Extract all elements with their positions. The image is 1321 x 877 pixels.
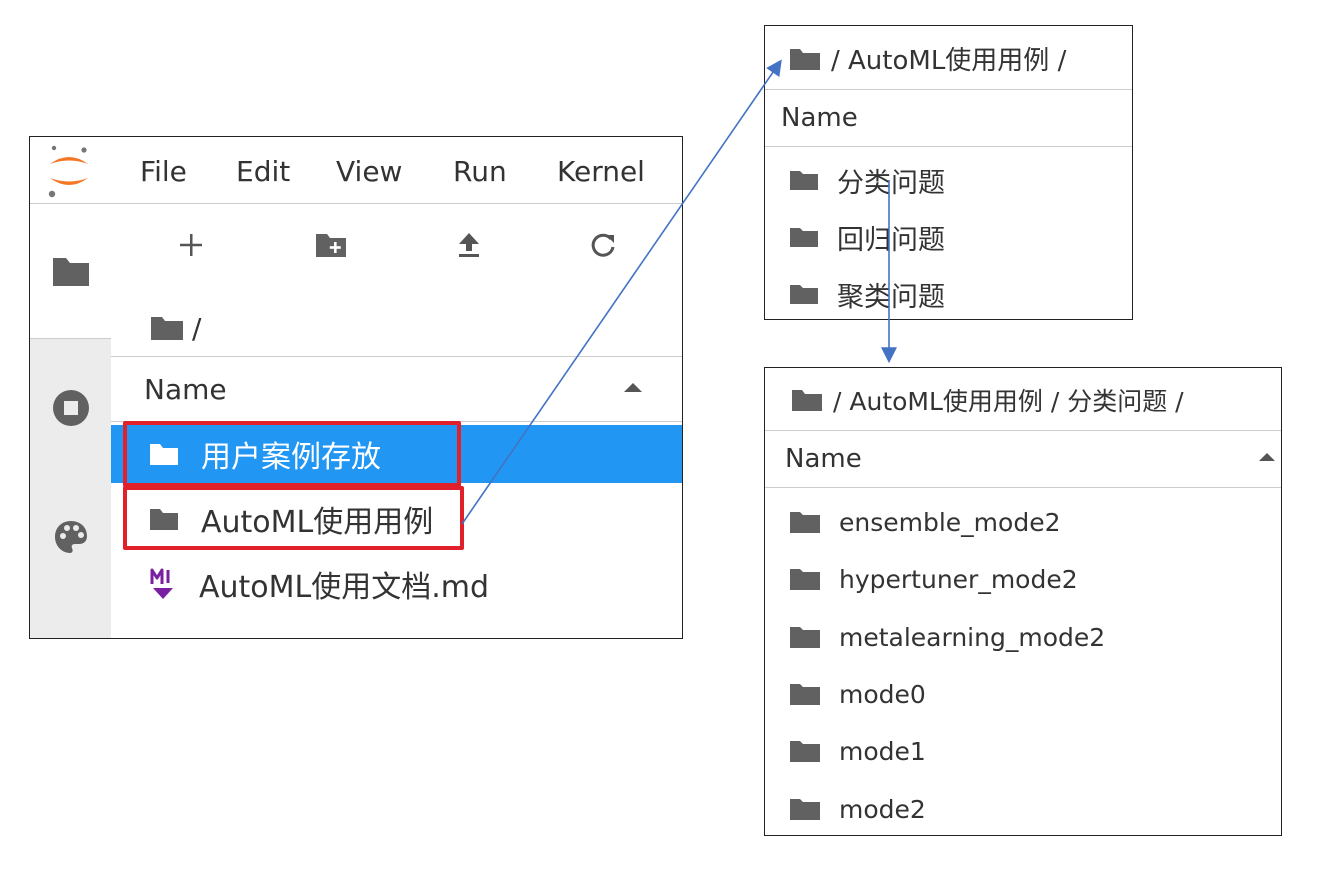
folder-icon[interactable] (789, 47, 821, 71)
file-row-folder-1[interactable]: 用户案例存放 (111, 425, 682, 483)
menu-kernel[interactable]: Kernel (557, 155, 645, 188)
breadcrumb: / (150, 308, 201, 348)
folder-name: mode2 (839, 794, 926, 824)
list-item[interactable]: ensemble_mode2 (789, 502, 1060, 542)
column-name-label[interactable]: Name (785, 444, 862, 474)
list-item[interactable]: mode2 (789, 789, 926, 829)
folder-icon (790, 627, 820, 648)
menu-file[interactable]: File (140, 155, 187, 188)
file-list-header[interactable]: Name (111, 356, 682, 422)
folder-icon[interactable] (791, 388, 823, 412)
new-folder-icon (316, 234, 346, 257)
folder-icon (790, 512, 820, 533)
file-browser-automl-examples: / AutoML使用用例 / Name 分类问题 回归问题 聚类问题 (764, 25, 1133, 320)
folder-name: hypertuner_mode2 (839, 564, 1078, 594)
sort-ascending-icon (1259, 453, 1275, 461)
folder-name: 分类问题 (837, 167, 945, 199)
file-list-header[interactable]: Name (765, 430, 1281, 488)
folder-name: 聚类问题 (837, 281, 945, 313)
folder-icon (790, 684, 820, 705)
list-item[interactable]: 聚类问题 (789, 274, 945, 314)
list-item[interactable]: mode1 (789, 731, 926, 771)
new-launcher-button[interactable] (171, 225, 211, 265)
sidebar-tab-commands[interactable] (30, 477, 111, 597)
left-sidebar (30, 204, 111, 638)
refresh-icon (591, 233, 615, 257)
folder-name: mode0 (839, 679, 926, 709)
list-item[interactable]: metalearning_mode2 (789, 617, 1105, 657)
stop-circle-icon (52, 390, 89, 426)
menu-bar: File Edit View Run Kernel (30, 137, 682, 204)
breadcrumb: / AutoML使用用例 / (789, 40, 1066, 77)
list-item[interactable]: hypertuner_mode2 (789, 559, 1078, 599)
menu-edit[interactable]: Edit (236, 155, 290, 188)
folder-icon (150, 509, 178, 530)
folder-icon (790, 228, 818, 247)
folder-name: ensemble_mode2 (839, 507, 1061, 537)
menu-view[interactable]: View (336, 155, 402, 188)
file-browser-classification: / AutoML使用用例 / 分类问题 / Name ensemble_mode… (764, 367, 1282, 836)
jupyter-logo-icon (48, 145, 88, 198)
palette-icon (54, 521, 87, 553)
menu-run[interactable]: Run (453, 155, 507, 188)
breadcrumb-path[interactable]: / AutoML使用用例 / (831, 40, 1066, 77)
list-item[interactable]: 分类问题 (789, 160, 945, 200)
refresh-button[interactable] (583, 225, 623, 265)
folder-icon (790, 569, 820, 590)
file-name: AutoML使用文档.md (199, 570, 490, 605)
file-row-markdown[interactable]: AutoML使用文档.md (111, 555, 682, 613)
sort-ascending-icon (624, 383, 642, 392)
folder-icon (52, 258, 89, 286)
upload-button[interactable] (449, 225, 489, 265)
sidebar-tab-extra (30, 597, 111, 638)
upload-icon (459, 233, 479, 257)
breadcrumb-path[interactable]: / AutoML使用用例 / 分类问题 / (833, 382, 1184, 418)
new-folder-button[interactable] (311, 225, 351, 265)
folder-icon (790, 285, 818, 304)
sidebar-tab-file-browser[interactable] (30, 204, 111, 338)
file-row-folder-2[interactable]: AutoML使用用例 (111, 490, 682, 548)
plus-icon (180, 234, 202, 256)
folder-icon[interactable] (150, 315, 184, 341)
column-name-label[interactable]: Name (781, 103, 858, 133)
breadcrumb: / AutoML使用用例 / 分类问题 / (791, 382, 1184, 418)
folder-icon (790, 799, 820, 820)
file-list-header[interactable]: Name (765, 89, 1132, 147)
file-name: 用户案例存放 (201, 440, 381, 475)
folder-name: 回归问题 (837, 224, 945, 256)
folder-icon (790, 171, 818, 190)
sidebar-tab-running[interactable] (30, 338, 111, 477)
jupyterlab-file-browser: File Edit View Run Kernel / Name 用户案例存放 … (29, 136, 683, 639)
folder-icon (790, 741, 820, 762)
folder-icon (150, 444, 178, 465)
column-name-label[interactable]: Name (144, 373, 227, 406)
markdown-file-icon (150, 568, 173, 599)
list-item[interactable]: mode0 (789, 674, 926, 714)
folder-name: mode1 (839, 736, 926, 766)
folder-name: metalearning_mode2 (839, 622, 1106, 652)
file-name: AutoML使用用例 (201, 505, 434, 540)
breadcrumb-root[interactable]: / (192, 312, 201, 345)
list-item[interactable]: 回归问题 (789, 217, 945, 257)
